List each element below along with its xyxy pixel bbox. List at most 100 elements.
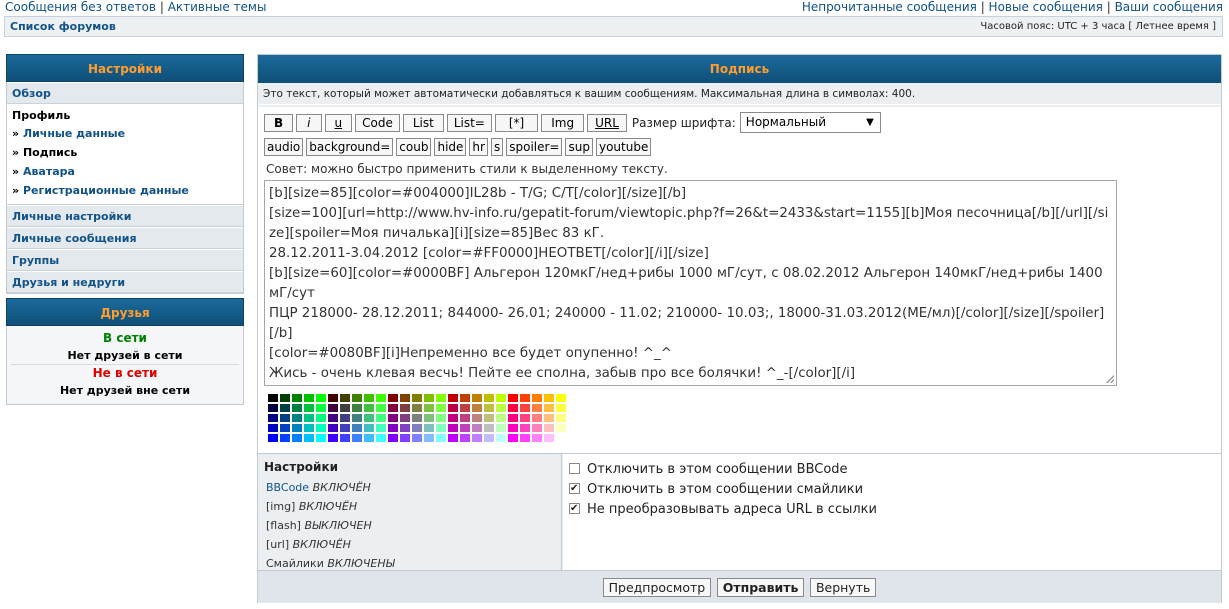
color-swatch[interactable] — [519, 413, 531, 423]
unread-posts-link[interactable]: Непрочитанные сообщения — [802, 0, 977, 14]
color-swatch[interactable] — [387, 423, 399, 433]
sidebar-item-private-messages[interactable]: Личные сообщения — [7, 227, 243, 249]
color-swatch[interactable] — [483, 403, 495, 413]
active-topics-link[interactable]: Активные темы — [168, 0, 267, 14]
color-swatch[interactable] — [411, 393, 423, 403]
list-item-button[interactable]: [*] — [494, 114, 539, 132]
color-swatch[interactable] — [435, 433, 447, 443]
color-swatch[interactable] — [555, 413, 567, 423]
color-swatch[interactable] — [423, 393, 435, 403]
color-swatch[interactable] — [519, 403, 531, 413]
color-swatch[interactable] — [483, 413, 495, 423]
sup-button[interactable]: sup — [565, 138, 593, 156]
color-swatch[interactable] — [435, 413, 447, 423]
color-swatch[interactable] — [315, 403, 327, 413]
color-swatch[interactable] — [339, 423, 351, 433]
color-swatch[interactable] — [267, 433, 279, 443]
color-swatch[interactable] — [507, 393, 519, 403]
color-swatch[interactable] — [531, 403, 543, 413]
color-swatch[interactable] — [279, 423, 291, 433]
disable-bbcode-checkbox[interactable] — [569, 463, 580, 474]
sidebar-item-personal-settings[interactable]: Личные настройки — [7, 205, 243, 227]
disable-bbcode-option[interactable]: Отключить в этом сообщении BBCode — [569, 460, 1221, 480]
reset-button[interactable]: Вернуть — [809, 578, 877, 597]
color-swatch[interactable] — [315, 423, 327, 433]
resize-handle-icon[interactable] — [1106, 375, 1114, 383]
breadcrumb-forum-list[interactable]: Список форумов — [10, 20, 116, 33]
color-swatch[interactable] — [339, 403, 351, 413]
color-swatch[interactable] — [351, 433, 363, 443]
new-posts-link[interactable]: Новые сообщения — [989, 0, 1103, 14]
color-swatch[interactable] — [303, 393, 315, 403]
color-swatch[interactable] — [375, 413, 387, 423]
disable-smilies-checkbox[interactable] — [569, 479, 580, 499]
sidebar-item-signature[interactable]: » Подпись — [12, 143, 238, 162]
img-button[interactable]: Img — [541, 114, 585, 132]
color-swatch[interactable] — [351, 393, 363, 403]
sidebar-item-registration-data[interactable]: » Регистрационные данные — [12, 181, 238, 200]
list-ordered-button[interactable]: List= — [446, 114, 492, 132]
your-posts-link[interactable]: Ваши сообщения — [1115, 0, 1223, 14]
bold-button[interactable]: B — [264, 114, 294, 132]
color-swatch[interactable] — [471, 423, 483, 433]
color-swatch[interactable] — [399, 403, 411, 413]
color-swatch[interactable] — [447, 393, 459, 403]
color-swatch[interactable] — [519, 393, 531, 403]
color-swatch[interactable] — [279, 403, 291, 413]
color-swatch[interactable] — [423, 403, 435, 413]
color-swatch[interactable] — [531, 433, 543, 443]
background-button[interactable]: background= — [306, 138, 394, 156]
color-swatch[interactable] — [543, 403, 555, 413]
color-swatch[interactable] — [327, 433, 339, 443]
color-swatch[interactable] — [459, 403, 471, 413]
color-swatch[interactable] — [279, 433, 291, 443]
color-palette[interactable] — [267, 393, 567, 443]
color-swatch[interactable] — [387, 403, 399, 413]
color-swatch[interactable] — [339, 393, 351, 403]
color-swatch[interactable] — [399, 413, 411, 423]
color-swatch[interactable] — [387, 433, 399, 443]
color-swatch[interactable] — [531, 393, 543, 403]
color-swatch[interactable] — [543, 413, 555, 423]
color-swatch[interactable] — [495, 403, 507, 413]
color-swatch[interactable] — [363, 423, 375, 433]
color-swatch[interactable] — [555, 433, 567, 443]
color-swatch[interactable] — [435, 403, 447, 413]
color-swatch[interactable] — [507, 413, 519, 423]
color-swatch[interactable] — [447, 423, 459, 433]
color-swatch[interactable] — [507, 403, 519, 413]
coub-button[interactable]: coub — [396, 138, 432, 156]
color-swatch[interactable] — [555, 393, 567, 403]
color-swatch[interactable] — [471, 403, 483, 413]
color-swatch[interactable] — [327, 423, 339, 433]
color-swatch[interactable] — [291, 423, 303, 433]
color-swatch[interactable] — [279, 413, 291, 423]
list-button[interactable]: List — [402, 114, 444, 132]
color-swatch[interactable] — [555, 423, 567, 433]
color-swatch[interactable] — [483, 433, 495, 443]
url-button[interactable]: URL — [587, 114, 627, 132]
color-swatch[interactable] — [303, 403, 315, 413]
color-swatch[interactable] — [303, 433, 315, 443]
signature-textarea[interactable]: [b][size=85][color=#004000]IL28b - T/G; … — [264, 180, 1117, 386]
color-swatch[interactable] — [267, 403, 279, 413]
code-button[interactable]: Code — [355, 114, 400, 132]
sidebar-item-personal-data[interactable]: » Личные данные — [12, 124, 238, 143]
color-swatch[interactable] — [387, 413, 399, 423]
color-swatch[interactable] — [543, 423, 555, 433]
color-swatch[interactable] — [495, 393, 507, 403]
color-swatch[interactable] — [387, 393, 399, 403]
color-swatch[interactable] — [531, 413, 543, 423]
color-swatch[interactable] — [447, 403, 459, 413]
color-swatch[interactable] — [459, 393, 471, 403]
color-swatch[interactable] — [327, 413, 339, 423]
color-swatch[interactable] — [423, 423, 435, 433]
hide-button[interactable]: hide — [434, 138, 467, 156]
unanswered-posts-link[interactable]: Сообщения без ответов — [5, 0, 156, 14]
spoiler-button[interactable]: spoiler= — [506, 138, 563, 156]
color-swatch[interactable] — [435, 393, 447, 403]
color-swatch[interactable] — [303, 423, 315, 433]
color-swatch[interactable] — [375, 433, 387, 443]
color-swatch[interactable] — [399, 423, 411, 433]
color-swatch[interactable] — [315, 413, 327, 423]
